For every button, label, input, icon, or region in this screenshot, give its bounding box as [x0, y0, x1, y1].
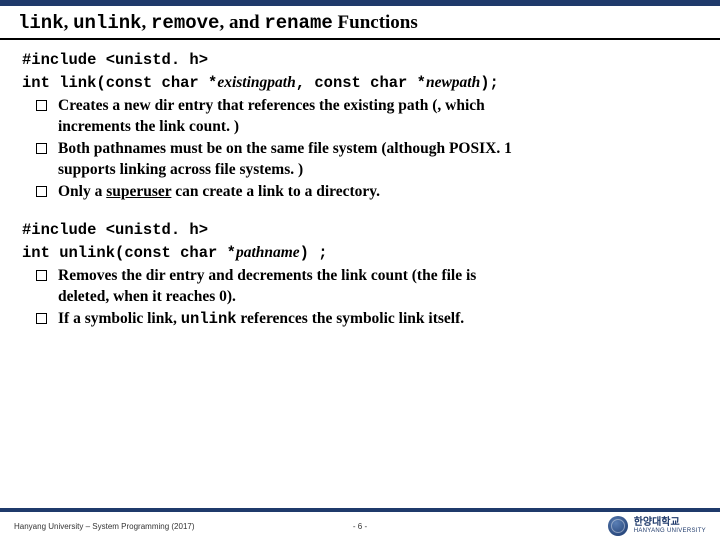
slide-body: #include <unistd. h> int link(const char…	[0, 40, 720, 330]
include-line-1: #include <unistd. h>	[22, 50, 698, 71]
list-item: Removes the dir entry and decrements the…	[36, 266, 698, 308]
bullet-list-2: Removes the dir entry and decrements the…	[22, 266, 698, 330]
bullet-list-1: Creates a new dir entry that references …	[22, 96, 698, 203]
list-item: Only a superuser can create a link to a …	[36, 182, 698, 203]
square-bullet-icon	[36, 186, 47, 197]
signature-link: int link(const char *existingpath, const…	[22, 73, 698, 94]
inline-code-unlink: unlink	[181, 310, 237, 328]
seal-icon	[608, 516, 628, 536]
title-code-link: link	[18, 12, 64, 34]
title-code-remove: remove	[151, 12, 219, 34]
university-logo: 한양대학교 HANYANG UNIVERSITY	[608, 516, 706, 536]
list-item: If a symbolic link, unlink references th…	[36, 309, 698, 330]
list-item: Creates a new dir entry that references …	[36, 96, 698, 138]
logo-korean: 한양대학교	[634, 518, 706, 528]
square-bullet-icon	[36, 313, 47, 324]
page-number: - 6 -	[353, 522, 367, 531]
keyword-superuser: superuser	[106, 183, 171, 200]
title-code-unlink: unlink	[73, 12, 141, 34]
include-line-2: #include <unistd. h>	[22, 220, 698, 241]
square-bullet-icon	[36, 270, 47, 281]
title-tail: Functions	[333, 12, 418, 33]
slide-footer: Hanyang University – System Programming …	[0, 508, 720, 540]
signature-unlink: int unlink(const char *pathname) ;	[22, 243, 698, 264]
slide-title: link, unlink, remove, and rename Functio…	[0, 6, 720, 40]
footer-left: Hanyang University – System Programming …	[14, 522, 195, 531]
square-bullet-icon	[36, 143, 47, 154]
list-item: Both pathnames must be on the same file …	[36, 139, 698, 181]
square-bullet-icon	[36, 100, 47, 111]
logo-english: HANYANG UNIVERSITY	[634, 528, 706, 534]
title-code-rename: rename	[264, 12, 332, 34]
